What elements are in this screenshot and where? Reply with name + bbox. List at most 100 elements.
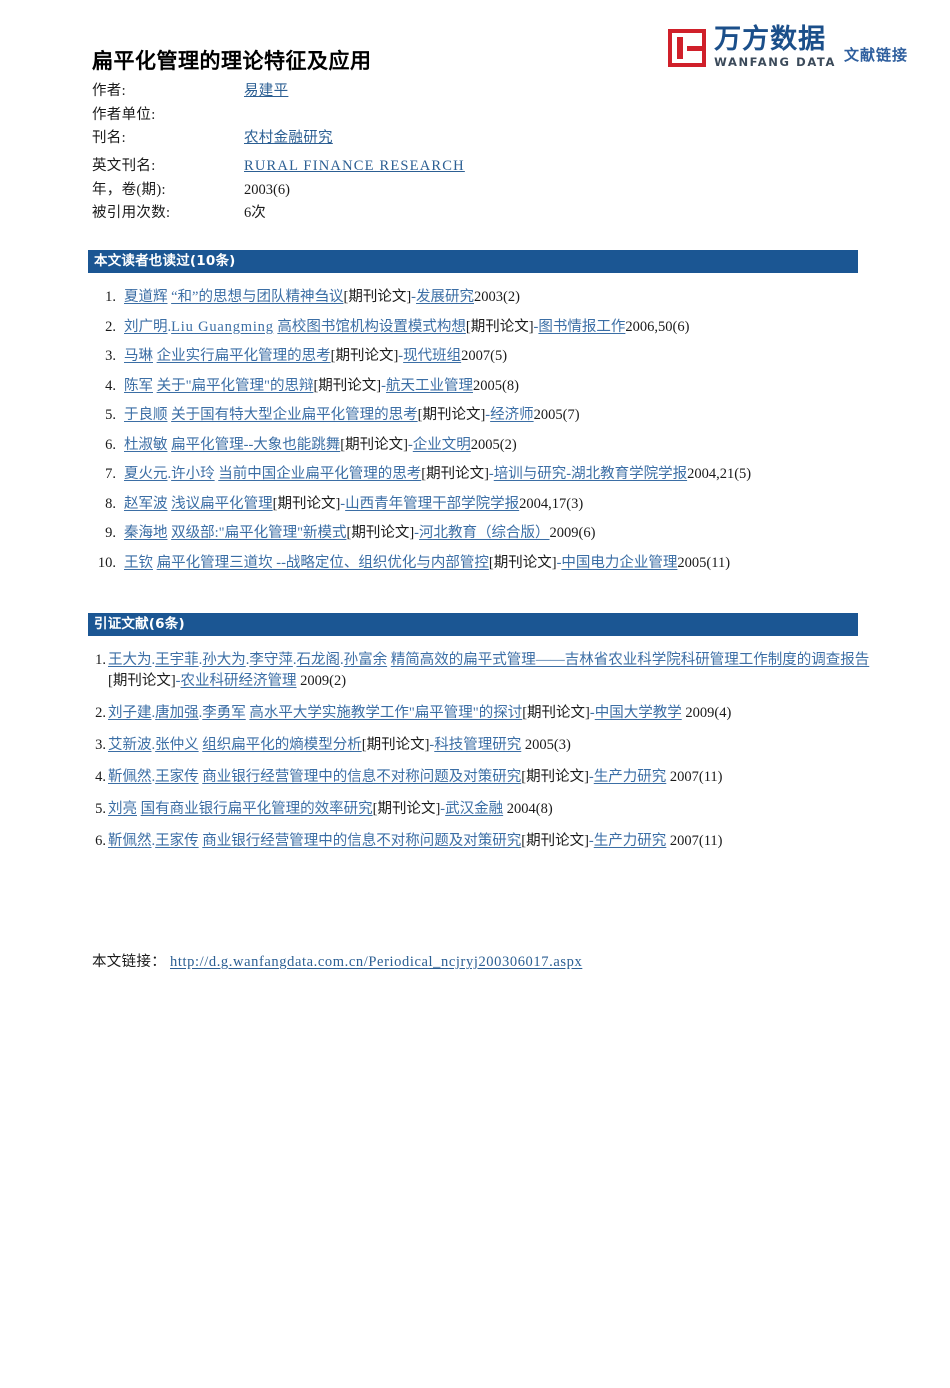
metadata-label: 年，卷(期): — [92, 181, 166, 198]
reference-journal-link[interactable]: 现代班组 — [403, 348, 461, 364]
reference-author-link[interactable]: 于良顺 — [124, 407, 168, 423]
reference-title-link[interactable]: 高水平大学实施教学工作"扁平管理"的探讨 — [249, 705, 522, 721]
citations-reference-list: 1. 王大为.王宇菲.孙大为.李守萍.石龙阁.孙富余 精简高效的扁平式管理——吉林… — [92, 650, 872, 863]
reference-author-link[interactable]: 王宇菲 — [155, 652, 199, 668]
reference-title-link[interactable]: 扁平化管理三道坎 --战略定位、组织优化与内部管控 — [157, 555, 489, 571]
reference-doc-type: [期刊论文] — [343, 289, 412, 305]
reference-author-link[interactable]: 杜淑敏 — [124, 437, 168, 453]
reference-index: 1. — [105, 289, 116, 305]
reference-item: 3. 艾新波.张仲义 组织扁平化的熵模型分析[期刊论文]-科技管理研究 2005(… — [92, 735, 872, 756]
reference-title-link[interactable]: 组织扁平化的熵模型分析 — [202, 737, 362, 753]
reference-title-link[interactable]: 高校图书馆机构设置模式构想 — [277, 319, 466, 335]
reference-index: 7. — [105, 466, 116, 482]
metadata-row: 作者: 易建平 — [92, 80, 465, 104]
metadata-value[interactable]: 农村金融研究 — [244, 127, 333, 151]
reference-journal-link[interactable]: 企业文明 — [413, 437, 471, 453]
reference-author-link[interactable]: 孙富余 — [344, 652, 388, 668]
reference-title-link[interactable]: 关于"扁平化管理"的思辩 — [157, 378, 314, 394]
reference-author-link[interactable]: 许小玲 — [171, 466, 215, 482]
reference-doc-type: [期刊论文] — [522, 705, 590, 721]
reference-journal-link[interactable]: 生产力研究 — [594, 833, 667, 849]
reference-journal-link[interactable]: 山西青年管理干部学院学报 — [345, 496, 519, 512]
reference-journal-link[interactable]: 农业科研经济管理 — [181, 673, 297, 689]
reference-item: 7. 夏火元.许小玲 当前中国企业扁平化管理的思考[期刊论文]-培训与研究-湖北教… — [92, 464, 872, 485]
reference-journal-link[interactable]: 发展研究 — [416, 289, 474, 305]
reference-journal-link[interactable]: 航天工业管理 — [386, 378, 473, 394]
reference-title-link[interactable]: 关于国有特大型企业扁平化管理的思考 — [171, 407, 418, 423]
reference-author-link[interactable]: 刘广明 — [124, 319, 168, 335]
reference-author-link[interactable]: 李勇军 — [202, 705, 246, 721]
reference-author-link[interactable]: 靳佩然 — [108, 769, 152, 785]
reference-journal-link[interactable]: 武汉金融 — [445, 801, 503, 817]
reference-author-link[interactable]: 王家传 — [155, 833, 199, 849]
reference-author-link[interactable]: 刘亮 — [108, 801, 137, 817]
reference-author-link[interactable]: 马琳 — [124, 348, 153, 364]
reference-author-link[interactable]: 孙大为 — [202, 652, 246, 668]
reference-author-link[interactable]: 刘子建 — [108, 705, 152, 721]
reference-author-link[interactable]: 艾新波 — [108, 737, 152, 753]
reference-title-link[interactable]: 企业实行扁平化管理的思考 — [157, 348, 331, 364]
reference-title-link[interactable]: 扁平化管理--大象也能跳舞 — [171, 437, 340, 453]
metadata-value: 2003(6) — [244, 181, 290, 198]
reference-year-issue: 2009(4) — [681, 705, 732, 721]
reference-item: 2. 刘广明.Liu Guangming 高校图书馆机构设置模式构想[期刊论文]-… — [92, 317, 872, 338]
metadata-value[interactable]: 易建平 — [244, 80, 288, 104]
reference-author-link[interactable]: 靳佩然 — [108, 833, 152, 849]
reference-author-link[interactable]: 陈军 — [124, 378, 153, 394]
reference-journal-link[interactable]: 科技管理研究 — [434, 737, 521, 753]
reference-journal-link[interactable]: 图书情报工作 — [538, 319, 625, 335]
metadata-value: 6次 — [244, 205, 266, 221]
reference-journal-link[interactable]: 生产力研究 — [594, 769, 667, 785]
reference-body: 靳佩然.王家传 商业银行经营管理中的信息不对称问题及对策研究[期刊论文]-生产力… — [108, 767, 872, 788]
metadata-row: 作者单位: — [92, 104, 465, 128]
reference-index: 3. — [95, 737, 106, 753]
reference-author-link[interactable]: 夏道辉 — [124, 289, 168, 305]
reference-title-link[interactable]: 国有商业银行扁平化管理的效率研究 — [141, 801, 373, 817]
reference-body: 王大为.王宇菲.孙大为.李守萍.石龙阁.孙富余 精简高效的扁平式管理——吉林省农… — [108, 650, 872, 692]
metadata-row: 被引用次数: 6次 — [92, 202, 465, 226]
page-title: 扁平化管理的理论特征及应用 — [92, 49, 372, 73]
source-link-row: 本文链接： http://d.g.wanfangdata.com.cn/Peri… — [92, 950, 582, 971]
reference-title-link[interactable]: 商业银行经营管理中的信息不对称问题及对策研究 — [202, 833, 521, 849]
reference-item: 4. 陈军 关于"扁平化管理"的思辩[期刊论文]-航天工业管理2005(8) — [92, 376, 872, 397]
reference-journal-link[interactable]: 河北教育（综合版） — [419, 525, 550, 541]
reference-title-link[interactable]: 商业银行经营管理中的信息不对称问题及对策研究 — [202, 769, 521, 785]
reference-body: 夏道辉 “和”的思想与团队精神刍议[期刊论文]-发展研究2003(2) — [124, 287, 872, 308]
reference-year-issue: 2004,17(3) — [519, 495, 584, 512]
metadata-row: 英文刊名: RURAL FINANCE RESEARCH — [92, 155, 465, 179]
reference-index: 6. — [105, 436, 116, 453]
reference-item: 2. 刘子建.唐加强.李勇军 高水平大学实施教学工作"扁平管理"的探讨[期刊论文]… — [92, 703, 872, 724]
reference-item: 1. 王大为.王宇菲.孙大为.李守萍.石龙阁.孙富余 精简高效的扁平式管理——吉林… — [92, 650, 872, 692]
reference-title-link[interactable]: “和”的思想与团队精神刍议 — [171, 289, 343, 305]
reference-journal-link[interactable]: 培训与研究-湖北教育学院学报 — [494, 466, 687, 482]
reference-author-link[interactable]: 王钦 — [124, 555, 153, 571]
source-link-url[interactable]: http://d.g.wanfangdata.com.cn/Periodical… — [170, 954, 582, 971]
reference-index: 8. — [105, 495, 116, 512]
reference-index: 4. — [105, 377, 116, 394]
reference-year-issue: 2005(3) — [521, 737, 571, 753]
reference-author-link[interactable]: 张仲义 — [155, 737, 199, 753]
reference-author-link[interactable]: 赵军波 — [124, 496, 168, 512]
reference-body: 杜淑敏 扁平化管理--大象也能跳舞[期刊论文]-企业文明2005(2) — [124, 435, 872, 456]
reference-index: 10. — [97, 554, 116, 571]
reference-journal-link[interactable]: 中国电力企业管理 — [561, 555, 677, 571]
reference-author-link[interactable]: 王家传 — [155, 769, 199, 785]
reference-title-link[interactable]: 浅议扁平化管理 — [171, 496, 273, 512]
reference-journal-link[interactable]: 中国大学教学 — [595, 705, 682, 721]
reference-title-link[interactable]: 当前中国企业扁平化管理的思考 — [218, 466, 421, 482]
reference-author-link[interactable]: 王大为 — [108, 652, 152, 668]
reference-title-link[interactable]: 精简高效的扁平式管理——吉林省农业科学院科研管理工作制度的调查报告 — [391, 652, 870, 668]
reference-author-link[interactable]: Liu Guangming — [171, 319, 274, 335]
reference-item: 3. 马琳 企业实行扁平化管理的思考[期刊论文]-现代班组2007(5) — [92, 346, 872, 367]
metadata-row: 年，卷(期): 2003(6) — [92, 179, 465, 203]
reference-item: 6. 靳佩然.王家传 商业银行经营管理中的信息不对称问题及对策研究[期刊论文]-生… — [92, 831, 872, 852]
metadata-value[interactable]: RURAL FINANCE RESEARCH — [244, 155, 465, 179]
reference-author-link[interactable]: 李守萍 — [249, 652, 293, 668]
reference-author-link[interactable]: 唐加强 — [155, 705, 199, 721]
reference-journal-link[interactable]: 经济师 — [490, 407, 534, 423]
reference-author-link[interactable]: 石龙阁 — [297, 652, 341, 668]
reference-author-link[interactable]: 夏火元 — [124, 466, 168, 482]
reference-author-link[interactable]: 秦海地 — [124, 525, 168, 541]
reference-title-link[interactable]: 双级部:"扁平化管理"新模式 — [171, 525, 346, 541]
reference-doc-type: [期刊论文] — [421, 466, 489, 482]
